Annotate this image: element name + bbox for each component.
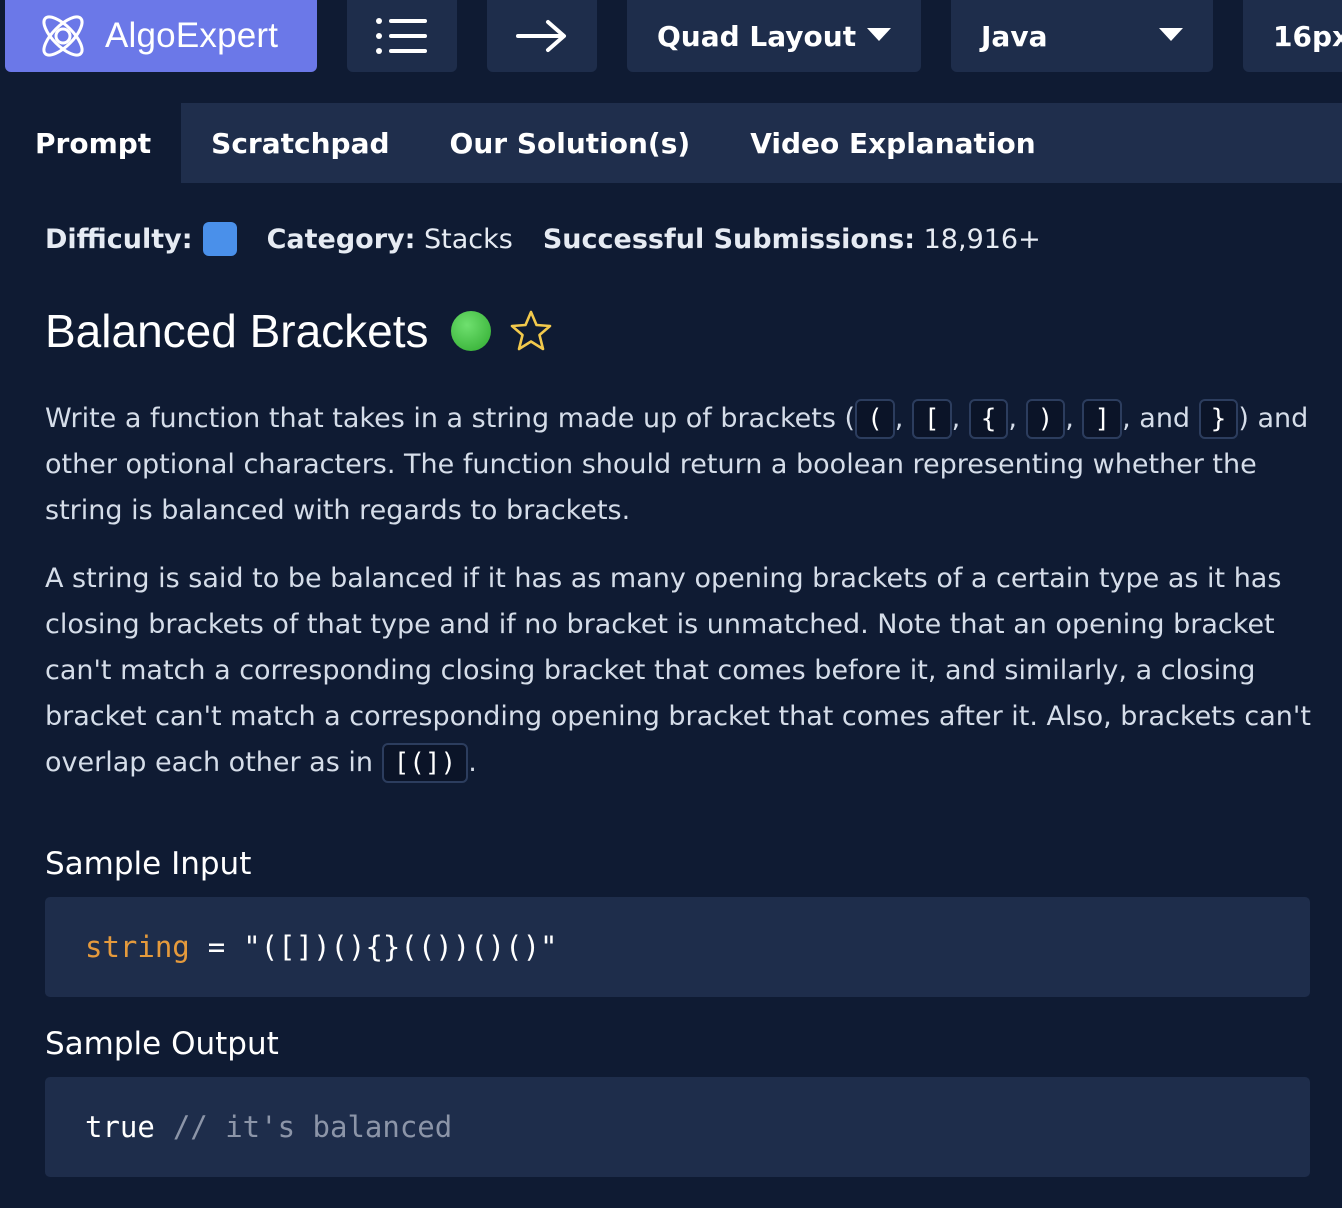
inline-code: [(]) — [381, 743, 469, 783]
page-title: Balanced Brackets — [45, 305, 429, 357]
separator: , — [1065, 403, 1074, 434]
star-icon[interactable] — [509, 309, 553, 353]
submissions-value: 18,916+ — [923, 223, 1041, 255]
inline-code: ] — [1082, 399, 1123, 439]
next-question-button[interactable] — [487, 0, 597, 72]
language-label: Java — [981, 19, 1048, 53]
problem-list-button[interactable] — [347, 0, 457, 72]
inline-code: } — [1198, 399, 1239, 439]
problem-header: Balanced Brackets — [45, 304, 553, 358]
workspace-tabs: Prompt Scratchpad Our Solution(s) Video … — [5, 103, 1342, 183]
inline-code: ) — [1025, 399, 1066, 439]
font-size-dropdown[interactable]: 16px — [1243, 0, 1342, 72]
tab-prompt[interactable]: Prompt — [5, 103, 182, 183]
problem-meta: Difficulty: Category: Stacks Successful … — [45, 222, 1041, 256]
list-icon — [376, 18, 427, 54]
sample-input-code: string = "([])(){}(())()()" — [45, 897, 1310, 997]
layout-dropdown[interactable]: Quad Layout — [627, 0, 921, 72]
arrow-right-icon — [516, 20, 566, 52]
code-variable: string — [85, 930, 190, 964]
language-dropdown[interactable]: Java — [951, 0, 1213, 72]
submissions-label: Successful Submissions: — [542, 223, 916, 255]
top-toolbar: AlgoExpert Quad Layout Java 16px — [0, 0, 1342, 84]
category-value: Stacks — [424, 223, 513, 255]
and-text: , and — [1122, 403, 1191, 434]
prompt-paragraph-2: A string is said to be balanced if it ha… — [45, 556, 1315, 786]
sample-output-code: true // it's balanced — [45, 1077, 1310, 1177]
separator: , — [894, 403, 904, 434]
difficulty-label: Difficulty: — [45, 223, 193, 255]
chevron-down-icon — [1159, 28, 1183, 41]
tab-video-explanation[interactable]: Video Explanation — [720, 103, 1066, 183]
inline-code: { — [968, 399, 1009, 439]
chevron-down-icon — [867, 28, 891, 41]
code-value: true — [85, 1110, 155, 1144]
separator: , — [1008, 403, 1018, 434]
prompt-text: A string is said to be balanced if it ha… — [45, 563, 1311, 778]
brand-button[interactable]: AlgoExpert — [5, 0, 317, 72]
completed-status-icon — [450, 311, 491, 351]
sample-input-heading: Sample Input — [45, 846, 252, 882]
prompt-paragraph-1: Write a function that takes in a string … — [45, 396, 1315, 534]
separator: , — [951, 403, 961, 434]
sample-output-heading: Sample Output — [45, 1026, 279, 1062]
atom-logo-icon — [42, 15, 84, 57]
code-comment: // it's balanced — [172, 1110, 453, 1144]
tab-scratchpad[interactable]: Scratchpad — [181, 103, 419, 183]
inline-code: [ — [911, 399, 952, 439]
difficulty-indicator — [202, 222, 237, 256]
inline-code: ( — [855, 399, 895, 439]
prompt-text: Write a function that takes in a string … — [45, 403, 856, 434]
code-operator: = — [207, 930, 226, 964]
category-label: Category: — [266, 223, 416, 255]
tab-our-solutions[interactable]: Our Solution(s) — [420, 103, 721, 183]
prompt-text: . — [468, 747, 477, 778]
code-string: "([])(){}(())()()" — [243, 930, 558, 964]
brand-name: AlgoExpert — [105, 16, 279, 55]
font-size-label: 16px — [1273, 19, 1342, 53]
layout-label: Quad Layout — [657, 19, 857, 53]
